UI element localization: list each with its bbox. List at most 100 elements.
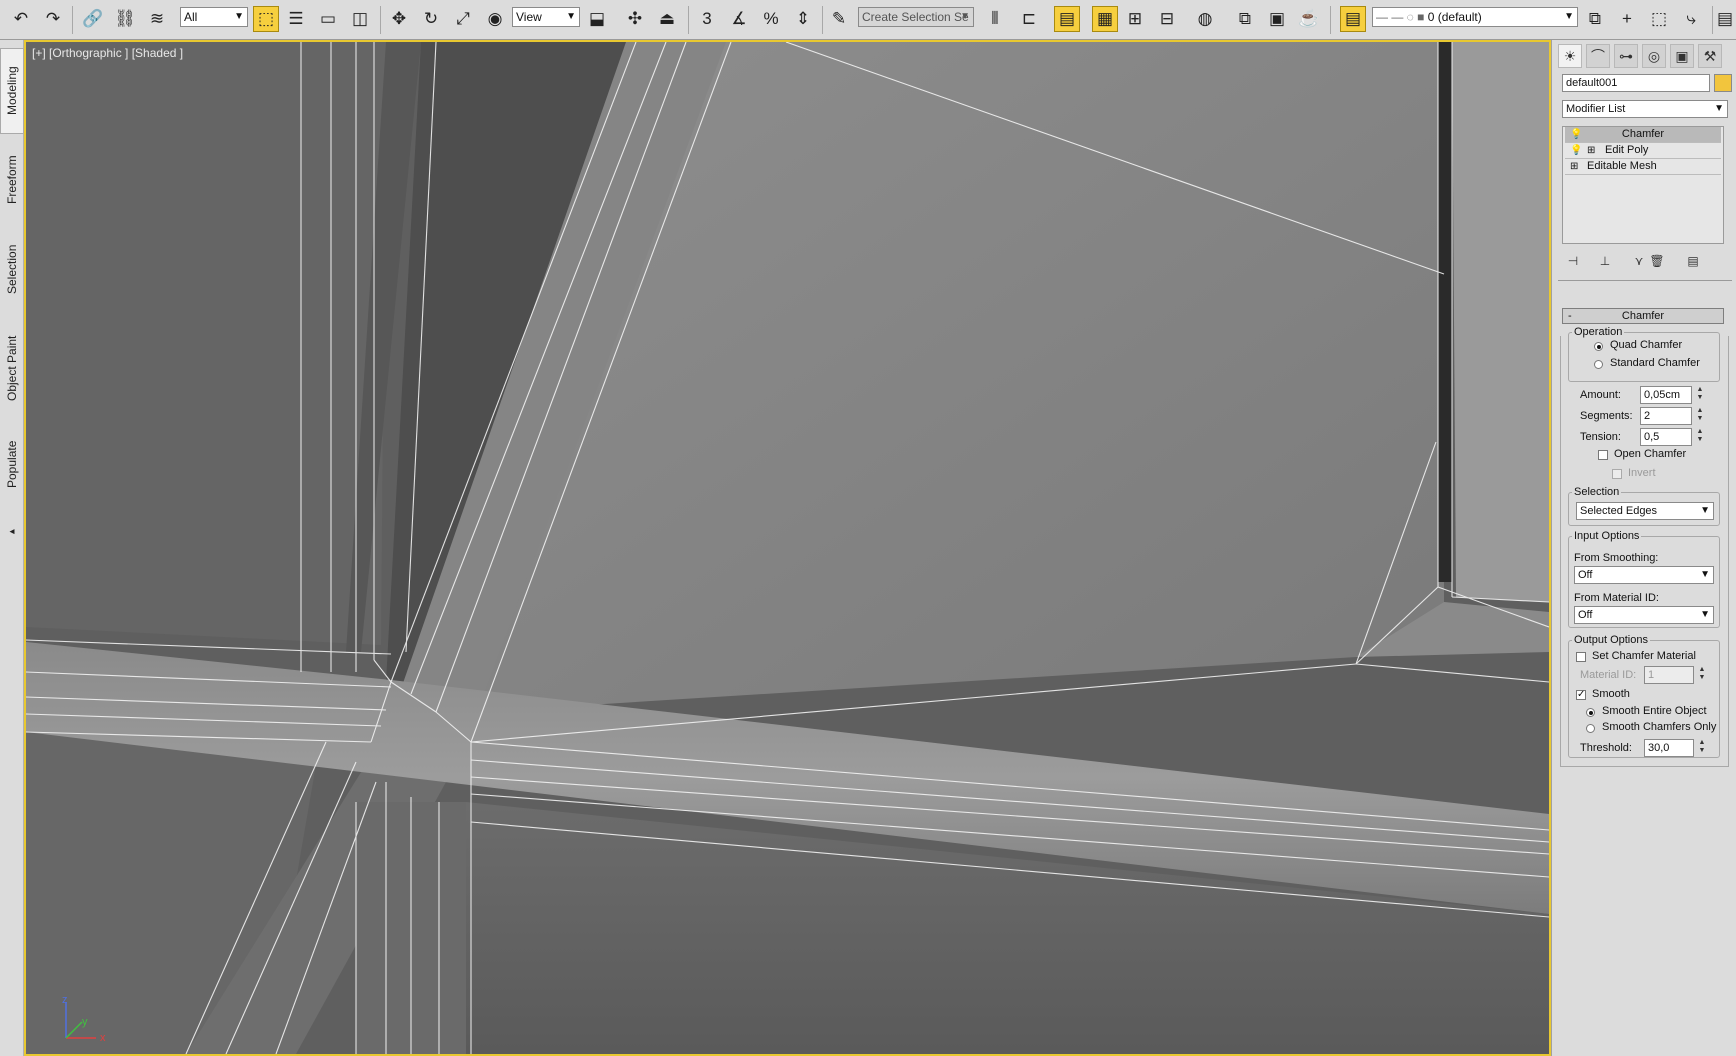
rectangular-selection-icon[interactable]: ▭ bbox=[315, 6, 341, 32]
amount-input[interactable]: 0,05cm bbox=[1640, 386, 1692, 404]
configure-modifier-sets-icon[interactable]: ▤ bbox=[1684, 252, 1702, 270]
stack-item-label: Chamfer bbox=[1621, 128, 1665, 140]
unlink-selection-icon[interactable]: ⛓ bbox=[112, 6, 138, 32]
from-smoothing-dropdown[interactable]: Off ▼ bbox=[1574, 566, 1714, 584]
pin-stack-icon[interactable]: ⊣ bbox=[1564, 252, 1582, 270]
manage-layers-icon[interactable]: ▤ bbox=[1340, 6, 1366, 32]
tab-freeform[interactable]: Freeform bbox=[0, 140, 24, 220]
smooth-chamfers-only-radio[interactable] bbox=[1586, 724, 1595, 733]
display-tab-icon[interactable]: ▣ bbox=[1670, 44, 1694, 68]
material-editor-icon[interactable]: ◍ bbox=[1192, 6, 1218, 32]
add-to-layer-icon[interactable]: + bbox=[1614, 6, 1640, 32]
set-chamfer-material-checkbox[interactable] bbox=[1576, 652, 1586, 662]
material-id-input[interactable]: 1 bbox=[1644, 666, 1694, 684]
named-selection-sets-dropdown[interactable]: Create Selection Se ▼ bbox=[858, 7, 974, 27]
snap-toggle-icon[interactable]: 3 bbox=[694, 6, 720, 32]
segments-input[interactable]: 2 bbox=[1640, 407, 1692, 425]
stack-item-editable-mesh[interactable]: ⊞ Editable Mesh bbox=[1565, 159, 1721, 175]
set-current-layer-icon[interactable]: ⤷ bbox=[1678, 6, 1704, 32]
reference-coordinate-dropdown[interactable]: View ▼ bbox=[512, 7, 580, 27]
main-toolbar: ↶ ↷ 🔗 ⛓ ≋ All ▼ ⬚ ☰ ▭ ◫ ✥ ↻ ⤢ ◉ View ▼ ⬓… bbox=[0, 0, 1736, 40]
remove-modifier-icon[interactable]: 🗑 bbox=[1648, 252, 1666, 270]
open-chamfer-label: Open Chamfer bbox=[1614, 448, 1687, 460]
tab-selection-label: Selection bbox=[5, 244, 19, 294]
toolbar-separator bbox=[1712, 6, 1713, 34]
align-icon[interactable]: ⊏ bbox=[1016, 6, 1042, 32]
tension-input[interactable]: 0,5 bbox=[1640, 428, 1692, 446]
schematic-view-icon[interactable]: ⊟ bbox=[1154, 6, 1180, 32]
scene-explorer-icon[interactable]: ▦ bbox=[1092, 6, 1118, 32]
material-id-spinner[interactable]: ▲ ▼ bbox=[1698, 666, 1706, 684]
show-end-result-icon[interactable]: ⊥ bbox=[1596, 252, 1614, 270]
scale-icon[interactable]: ⤢ bbox=[450, 6, 476, 32]
selection-filter-dropdown[interactable]: All ▼ bbox=[180, 7, 248, 27]
tension-spinner[interactable]: ▲ ▼ bbox=[1696, 428, 1704, 446]
smooth-entire-object-radio[interactable] bbox=[1586, 708, 1595, 717]
toolbar-separator bbox=[72, 6, 73, 34]
selection-dropdown[interactable]: Selected Edges ▼ bbox=[1576, 502, 1714, 520]
chamfer-rollout-header[interactable]: - Chamfer bbox=[1562, 308, 1724, 324]
keyboard-shortcut-icon[interactable]: ⏏ bbox=[654, 6, 680, 32]
window-crossing-icon[interactable]: ◫ bbox=[347, 6, 373, 32]
modifier-list-dropdown[interactable]: Modifier List ▼ bbox=[1562, 100, 1728, 118]
select-by-name-icon[interactable]: ☰ bbox=[283, 6, 309, 32]
rendered-frame-icon[interactable]: ▣ bbox=[1264, 6, 1290, 32]
segments-spinner[interactable]: ▲ ▼ bbox=[1696, 407, 1704, 425]
object-color-swatch[interactable] bbox=[1714, 74, 1732, 92]
select-manipulate-icon[interactable]: ✣ bbox=[622, 6, 648, 32]
select-in-layer-icon[interactable]: ⬚ bbox=[1646, 6, 1672, 32]
angle-snap-icon[interactable]: ∡ bbox=[726, 6, 752, 32]
move-icon[interactable]: ✥ bbox=[386, 6, 412, 32]
tab-selection[interactable]: Selection bbox=[0, 226, 24, 312]
collapse-icon: - bbox=[1568, 310, 1572, 322]
stack-item-edit-poly[interactable]: 💡 ⊞ Edit Poly bbox=[1565, 143, 1721, 159]
create-layer-icon[interactable]: ⧉ bbox=[1582, 6, 1608, 32]
stack-item-chamfer[interactable]: 💡 Chamfer bbox=[1565, 127, 1721, 143]
mirror-icon[interactable]: ⫴ bbox=[982, 6, 1008, 32]
tab-modeling-label: Modeling bbox=[5, 66, 19, 116]
rollout-title: Chamfer bbox=[1621, 310, 1665, 322]
lightbulb-icon[interactable]: 💡 bbox=[1570, 143, 1582, 158]
amount-spinner[interactable]: ▲ ▼ bbox=[1696, 386, 1704, 404]
redo-icon[interactable]: ↷ bbox=[40, 6, 66, 32]
toolbar-overflow-icon[interactable]: ▤ bbox=[1716, 6, 1734, 32]
pivot-center-icon[interactable]: ⬓ bbox=[584, 6, 610, 32]
threshold-spinner[interactable]: ▲ ▼ bbox=[1698, 739, 1706, 757]
spinner-snap-icon[interactable]: ⇕ bbox=[790, 6, 816, 32]
bind-space-warp-icon[interactable]: ≋ bbox=[144, 6, 170, 32]
create-tab-icon[interactable]: ☀ bbox=[1558, 44, 1582, 68]
select-and-link-icon[interactable]: 🔗 bbox=[80, 6, 106, 32]
place-icon[interactable]: ◉ bbox=[482, 6, 508, 32]
motion-tab-icon[interactable]: ◎ bbox=[1642, 44, 1666, 68]
object-name-field[interactable]: default001 bbox=[1562, 74, 1710, 92]
percent-snap-icon[interactable]: % bbox=[758, 6, 784, 32]
tab-populate[interactable]: Populate bbox=[0, 424, 24, 504]
expand-icon[interactable]: ⊞ bbox=[1570, 159, 1578, 174]
from-material-dropdown[interactable]: Off ▼ bbox=[1574, 606, 1714, 624]
make-unique-icon[interactable]: ⋎ bbox=[1630, 252, 1648, 270]
undo-icon[interactable]: ↶ bbox=[8, 6, 34, 32]
open-chamfer-checkbox[interactable] bbox=[1598, 450, 1608, 460]
tab-object-paint[interactable]: Object Paint bbox=[0, 318, 24, 418]
render-setup-icon[interactable]: ⧉ bbox=[1232, 6, 1258, 32]
layer-dropdown[interactable]: — — ◌ ■ 0 (default) ▼ bbox=[1372, 7, 1578, 27]
edit-named-selection-icon[interactable]: ✎ bbox=[826, 6, 852, 32]
smooth-checkbox[interactable]: ✓ bbox=[1576, 690, 1586, 700]
layer-manager-icon[interactable]: ▤ bbox=[1054, 6, 1080, 32]
ribbon-toggle-icon[interactable]: ▸ bbox=[0, 516, 24, 548]
viewport-label[interactable]: [+] [Orthographic ] [Shaded ] bbox=[32, 46, 183, 60]
hierarchy-tab-icon[interactable]: ⊶ bbox=[1614, 44, 1638, 68]
modify-tab-icon[interactable]: ⌒ bbox=[1586, 44, 1610, 68]
threshold-input[interactable]: 30,0 bbox=[1644, 739, 1694, 757]
invert-checkbox[interactable] bbox=[1612, 469, 1622, 479]
render-teapot-icon[interactable]: ☕ bbox=[1296, 6, 1322, 32]
select-object-icon[interactable]: ⬚ bbox=[253, 6, 279, 32]
curve-editor-icon[interactable]: ⊞ bbox=[1122, 6, 1148, 32]
tab-modeling[interactable]: Modeling bbox=[0, 48, 24, 134]
orthographic-viewport[interactable]: [+] [Orthographic ] [Shaded ] x y z bbox=[24, 40, 1551, 1056]
standard-chamfer-radio[interactable] bbox=[1594, 360, 1603, 369]
rotate-icon[interactable]: ↻ bbox=[418, 6, 444, 32]
expand-icon[interactable]: ⊞ bbox=[1587, 143, 1595, 158]
utilities-tab-icon[interactable]: ⚒ bbox=[1698, 44, 1722, 68]
quad-chamfer-radio[interactable] bbox=[1594, 342, 1603, 351]
